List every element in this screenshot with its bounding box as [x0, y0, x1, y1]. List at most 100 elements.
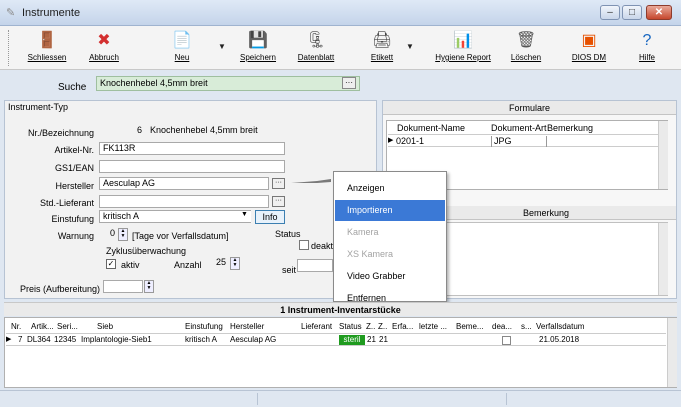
document-row[interactable]: ▶ 0201-1 JPG — [388, 134, 658, 147]
toolbar-label-button[interactable]: 🖨 Etikett — [362, 28, 402, 68]
std-lieferant-field[interactable] — [99, 195, 269, 208]
artikel-field[interactable]: FK113R — [99, 142, 285, 155]
delete-bin-icon: 🗑 — [516, 32, 537, 49]
lieferant-lookup-button[interactable]: ··· — [272, 196, 285, 207]
column-header[interactable]: dea... — [492, 322, 512, 331]
preis-field[interactable] — [103, 280, 143, 293]
cell-sieb: Implantologie-Sieb1 — [81, 335, 152, 344]
bemerkung-scrollbar[interactable] — [658, 223, 668, 295]
close-button[interactable]: ✕ — [646, 5, 672, 20]
column-header[interactable]: Hersteller — [230, 322, 264, 331]
help-icon: ? — [642, 32, 652, 49]
column-header[interactable]: letzte ... — [419, 322, 447, 331]
inventory-header: 1 Instrument-Inventarstücke — [4, 302, 677, 316]
column-header[interactable]: Z.. — [366, 322, 375, 331]
column-header[interactable]: Verfallsdatum — [536, 322, 584, 331]
preis-label: Preis (Aufbereitung) — [19, 284, 100, 294]
column-header[interactable]: Dokument-Art — [491, 123, 547, 133]
toolbar-close-button[interactable]: 🚪 Schliessen — [22, 28, 72, 68]
dios-dm-icon: ▣ — [581, 32, 597, 49]
cell-hersteller: Aesculap AG — [230, 335, 277, 344]
label-dropdown-arrow[interactable]: ▼ — [406, 42, 414, 51]
label-printer-icon: 🖨 — [372, 32, 393, 49]
nr-field: 6 — [136, 125, 142, 135]
hersteller-lookup-button[interactable]: ··· — [272, 178, 285, 189]
column-header[interactable]: Bemerkung — [547, 123, 593, 133]
column-header[interactable]: Dokument-Name — [397, 123, 465, 133]
inventory-scrollbar[interactable] — [667, 318, 677, 387]
einstufung-select[interactable]: kritisch A — [99, 210, 251, 223]
aktiv-label: aktiv — [121, 260, 140, 270]
seit-label: seit — [282, 265, 297, 275]
toolbar-new-button[interactable]: 📄 Neu — [162, 28, 202, 68]
search-lookup-button[interactable]: ··· — [342, 77, 356, 89]
search-input[interactable]: Knochenhebel 4,5mm breit — [96, 76, 360, 91]
toolbar-delete-button[interactable]: 🗑 Löschen — [506, 28, 546, 68]
column-header[interactable]: Seri... — [57, 322, 78, 331]
gs1-field[interactable] — [99, 160, 285, 173]
toolbar-datasheet-button[interactable]: 🗜 Datenblatt — [290, 28, 342, 68]
warnung-spinner[interactable]: ▲ ▼ — [118, 228, 128, 241]
cell-einstufung: kritisch A — [185, 335, 218, 344]
toolbar-hygiene-report-button[interactable]: 📊 Hygiene Report — [426, 28, 500, 68]
status-bar — [0, 390, 681, 407]
hersteller-label: Hersteller — [55, 181, 94, 191]
status-segment — [506, 393, 507, 405]
formulare-header: Formulare — [383, 101, 676, 115]
section-title: Instrument-Typ — [8, 102, 69, 112]
column-header[interactable]: Status — [339, 322, 362, 331]
exit-icon: 🚪 — [37, 32, 57, 49]
row-pointer-icon: ▶ — [6, 336, 12, 343]
title-bar — [0, 0, 681, 26]
app-icon: ✎ — [6, 7, 16, 19]
menu-item-importieren[interactable]: Importieren — [335, 200, 445, 221]
toolbar-dios-dm-button[interactable]: ▣ DIOS DM — [566, 28, 612, 68]
cancel-icon: ✖ — [97, 32, 111, 49]
toolbar-grip[interactable] — [8, 30, 11, 66]
preis-spinner[interactable]: ▲ ▼ — [144, 280, 154, 293]
bezeichnung-field[interactable]: Knochenhebel 4,5mm breit — [147, 125, 285, 138]
status-label: Status — [275, 229, 301, 239]
column-header[interactable]: Erfa... — [392, 322, 413, 331]
menu-item-video-grabber[interactable]: Video Grabber — [335, 266, 445, 287]
warnung-field[interactable]: 0 — [99, 228, 117, 241]
anzahl-field[interactable]: 25 — [201, 257, 229, 270]
aktiv-checkbox[interactable]: ✓ — [106, 259, 116, 269]
document-scrollbar[interactable] — [658, 121, 668, 189]
seit-field[interactable] — [297, 259, 333, 272]
toolbar-cancel-button[interactable]: ✖ Abbruch — [82, 28, 126, 68]
chevron-down-icon[interactable]: ▼ — [238, 211, 251, 222]
new-dropdown-arrow[interactable]: ▼ — [218, 42, 226, 51]
datasheet-icon: 🗜 — [306, 32, 327, 49]
anzahl-spinner[interactable]: ▲ ▼ — [230, 257, 240, 270]
cell-nr: 7 — [18, 335, 23, 344]
column-header[interactable]: Sieb — [97, 322, 113, 331]
anzahl-label: Anzahl — [174, 260, 202, 270]
column-header[interactable]: Artik... — [31, 322, 54, 331]
document-remark[interactable] — [546, 136, 547, 147]
menu-item-xs-kamera: XS Kamera — [347, 249, 394, 259]
gs1-label: GS1/EAN — [54, 163, 94, 173]
toolbar-save-button[interactable]: 💾 Speichern — [236, 28, 280, 68]
document-name: 0201-1 — [396, 136, 425, 146]
std-lieferant-label: Std.-Lieferant — [39, 198, 94, 208]
cell-z1: 21 — [367, 335, 376, 344]
menu-item-kamera: Kamera — [347, 227, 379, 237]
column-header[interactable]: Z.. — [378, 322, 387, 331]
hersteller-field[interactable]: Aesculap AG — [99, 177, 269, 190]
cell-artikel: DL364 — [27, 335, 51, 344]
column-header[interactable]: Nr. — [11, 322, 21, 331]
menu-item-anzeigen[interactable]: Anzeigen — [335, 178, 445, 199]
maximize-button[interactable]: □ — [622, 5, 642, 20]
column-header[interactable]: Lieferant — [301, 322, 332, 331]
info-button[interactable]: Info — [255, 210, 285, 224]
toolbar-help-button[interactable]: ? Hilfe — [630, 28, 664, 68]
status-segment — [257, 393, 258, 405]
column-header[interactable]: Beme... — [456, 322, 484, 331]
minimize-button[interactable]: – — [600, 5, 620, 20]
column-header[interactable]: Einstufung — [185, 322, 223, 331]
deaktiv-checkbox[interactable] — [299, 240, 309, 250]
column-header[interactable]: s... — [521, 322, 532, 331]
deaktiv-checkbox[interactable] — [502, 336, 511, 345]
toolbar: 🚪 Schliessen ✖ Abbruch 📄 Neu ▼ 💾 Speichern 🗜… — [0, 26, 681, 70]
